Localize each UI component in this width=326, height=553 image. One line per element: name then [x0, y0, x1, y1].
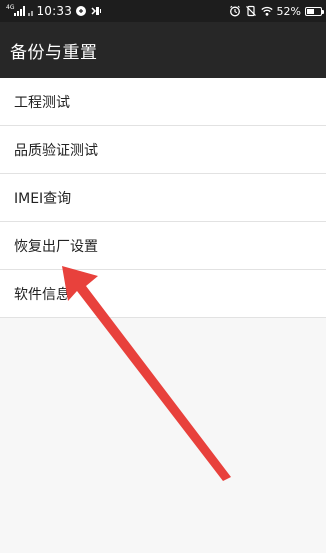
status-bar: 4G 10:33 52%	[0, 0, 326, 22]
status-left: 4G 10:33	[6, 4, 102, 18]
status-right: 52%	[229, 4, 324, 18]
menu-item-software-info[interactable]: 软件信息	[0, 270, 326, 318]
wifi-icon	[260, 6, 273, 16]
page-title: 备份与重置	[10, 43, 98, 63]
vibrate-icon	[91, 7, 102, 15]
menu-item-label: 工程测试	[14, 95, 70, 111]
menu-item-quality-test[interactable]: 品质验证测试	[0, 126, 326, 174]
menu-item-factory-reset[interactable]: 恢复出厂设置	[0, 222, 326, 270]
menu-item-label: 恢复出厂设置	[14, 239, 98, 255]
menu-item-label: 品质验证测试	[14, 143, 98, 159]
battery-icon	[305, 6, 324, 16]
menu-item-engineering-test[interactable]: 工程测试	[0, 78, 326, 126]
signal-icon	[14, 6, 26, 16]
menu-item-imei-query[interactable]: IMEI查询	[0, 174, 326, 222]
network-type: 4G	[6, 3, 15, 11]
silent-icon	[245, 5, 256, 17]
app-bar: 备份与重置	[0, 22, 326, 78]
settings-menu: 工程测试 品质验证测试 IMEI查询 恢复出厂设置 软件信息	[0, 78, 326, 318]
signal-small-icon	[28, 6, 34, 16]
notification-icon	[76, 6, 87, 16]
menu-item-label: 软件信息	[14, 287, 70, 303]
alarm-icon	[229, 5, 240, 17]
battery-percent: 52%	[276, 4, 301, 18]
menu-item-label: IMEI查询	[14, 191, 72, 207]
status-time: 10:33	[36, 4, 73, 18]
